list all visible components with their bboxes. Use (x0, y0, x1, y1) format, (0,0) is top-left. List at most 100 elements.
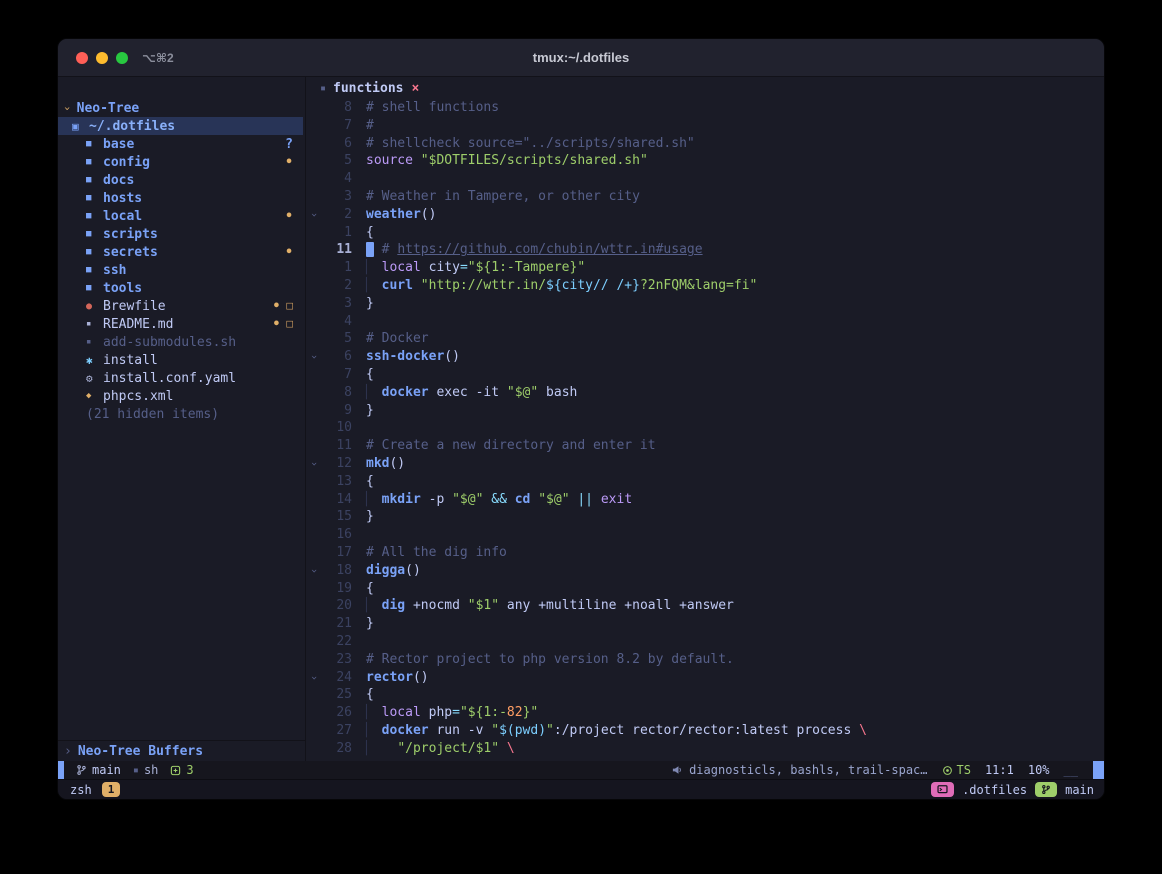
code-text: rector() (352, 669, 429, 687)
line-number: 6 (322, 348, 352, 366)
code-area[interactable]: 8# shell functions7#6# shellcheck source… (306, 99, 1104, 761)
fold-column (306, 633, 322, 651)
line-number: 19 (322, 580, 352, 598)
git-branch-icon (76, 764, 87, 776)
tab-functions[interactable]: functions (333, 81, 403, 96)
close-window-button[interactable] (76, 52, 88, 64)
tree-item-ssh[interactable]: ■ssh (58, 261, 305, 279)
statusline-right-block (1093, 761, 1104, 779)
code-line: 16 (306, 526, 1104, 544)
branch-name: main (92, 763, 121, 777)
fold-column (306, 277, 322, 295)
folder-icon: ■ (86, 229, 101, 239)
code-text (352, 419, 366, 437)
tree-item-README.md[interactable]: ▪README.md•□ (58, 315, 305, 333)
treesitter-segment: TS (942, 763, 971, 777)
tree-item-label: config (103, 155, 150, 170)
folder-icon: ■ (86, 139, 101, 149)
neotree-buffers-header[interactable]: › Neo-Tree Buffers (58, 740, 305, 761)
tree-item-install.conf.yaml[interactable]: ⚙install.conf.yaml (58, 369, 305, 387)
fold-marker-icon[interactable]: › (306, 206, 322, 224)
line-number: 14 (322, 491, 352, 509)
code-line: 27▏ docker run -v "$(pwd)":/project rect… (306, 722, 1104, 740)
tree-item-install[interactable]: ✱install (58, 351, 305, 369)
fold-column (306, 473, 322, 491)
tmux-window-name[interactable]: zsh (70, 783, 92, 797)
tree-item-phpcs.xml[interactable]: ◆phpcs.xml (58, 387, 305, 405)
tree-item-add-submodules.sh[interactable]: ▪add-submodules.sh (58, 333, 305, 351)
tree-item-label: phpcs.xml (103, 389, 173, 404)
tree-item-config[interactable]: ■config• (58, 153, 305, 171)
window-shortcut: ⌥⌘2 (142, 51, 174, 65)
tmux-window-index-badge[interactable]: 1 (102, 782, 121, 797)
tree-item-Brewfile[interactable]: ●Brewfile•□ (58, 297, 305, 315)
code-line: 3# Weather in Tampere, or other city (306, 188, 1104, 206)
minimize-window-button[interactable] (96, 52, 108, 64)
fold-column (306, 117, 322, 135)
tree-item-hosts[interactable]: ■hosts (58, 189, 305, 207)
code-line: 22 (306, 633, 1104, 651)
code-line: 4 (306, 170, 1104, 188)
fold-marker-icon[interactable]: › (306, 669, 322, 687)
code-text: } (352, 615, 374, 633)
git-status-badges: • (285, 209, 293, 224)
code-line: 5# Docker (306, 330, 1104, 348)
code-text: ▏ local city="${1:-Tampere}" (352, 259, 585, 277)
fold-column (306, 526, 322, 544)
tree-root-dotfiles[interactable]: ▣ ~/.dotfiles (58, 117, 303, 135)
code-line: 28▏ "/project/$1" \ (306, 740, 1104, 758)
fold-marker-icon[interactable]: › (306, 455, 322, 473)
scroll-percent: 10% (1028, 763, 1050, 777)
gear-file-icon: ⚙ (86, 372, 101, 385)
fold-column (306, 99, 322, 117)
fold-marker-icon[interactable]: › (306, 562, 322, 580)
line-number: 20 (322, 597, 352, 615)
tree-item-local[interactable]: ■local• (58, 207, 305, 225)
code-line: 26▏ local php="${1:-82}" (306, 704, 1104, 722)
cursor-position: 11:1 (985, 763, 1014, 777)
code-text (352, 170, 366, 188)
treesitter-icon (942, 765, 953, 776)
fold-column (306, 295, 322, 313)
line-number: 10 (322, 419, 352, 437)
line-number: 13 (322, 473, 352, 491)
zoom-window-button[interactable] (116, 52, 128, 64)
statusline-trail: __ (1064, 763, 1078, 777)
hidden-items-note: (21 hidden items) (58, 405, 305, 423)
line-number: 4 (322, 170, 352, 188)
code-line: 8▏ docker exec -it "$@" bash (306, 384, 1104, 402)
fold-marker-icon[interactable]: › (306, 348, 322, 366)
folder-icon: ■ (86, 265, 101, 275)
file-icon: ▪ (320, 83, 326, 94)
code-text (352, 526, 366, 544)
fold-column (306, 597, 322, 615)
tree-item-label: docs (103, 173, 134, 188)
tree-item-tools[interactable]: ■tools (58, 279, 305, 297)
fold-column (306, 722, 322, 740)
tab-close-icon[interactable]: × (411, 81, 419, 96)
code-line: 2▏ curl "http://wttr.in/${city// /+}?2nF… (306, 277, 1104, 295)
tree-item-scripts[interactable]: ■scripts (58, 225, 305, 243)
titlebar: ⌥⌘2 tmux:~/.dotfiles (58, 39, 1104, 77)
code-line: ›12mkd() (306, 455, 1104, 473)
window-controls (76, 52, 128, 64)
tree-item-docs[interactable]: ■docs (58, 171, 305, 189)
tree-item-secrets[interactable]: ■secrets• (58, 243, 305, 261)
fold-column (306, 544, 322, 562)
tree-item-base[interactable]: ■base? (58, 135, 305, 153)
code-text (352, 633, 366, 651)
fold-column (306, 580, 322, 598)
line-number: 1 (322, 259, 352, 277)
fold-column (306, 224, 322, 242)
git-status-badge: □ (286, 299, 293, 314)
tree-item-label: tools (103, 281, 142, 296)
code-text: ▏ local php="${1:-82}" (352, 704, 538, 722)
neotree-header[interactable]: › Neo-Tree (58, 99, 305, 117)
diff-added-segment: 3 (170, 763, 193, 777)
code-line: 10 (306, 419, 1104, 437)
code-line: ›6ssh-docker() (306, 348, 1104, 366)
fold-column (306, 419, 322, 437)
code-text: # Create a new directory and enter it (352, 437, 656, 455)
git-status-badge: • (285, 155, 293, 170)
tree-item-label: Brewfile (103, 299, 166, 314)
